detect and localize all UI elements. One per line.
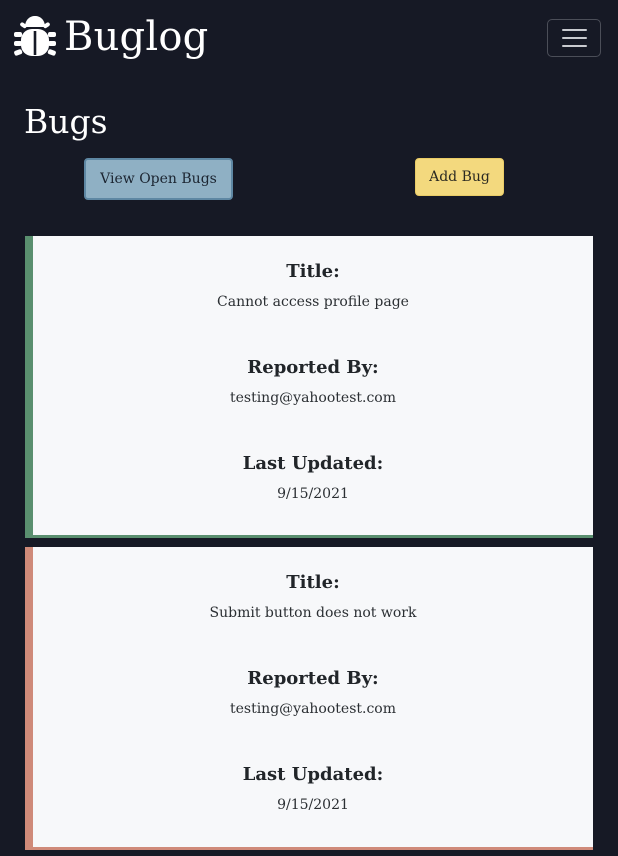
bug-title-field: Title: Submit button does not work [33, 570, 593, 624]
navbar: Buglog [0, 0, 618, 78]
last-updated-label: Last Updated: [242, 453, 384, 474]
bug-card[interactable]: Title: Cannot access profile page Report… [25, 236, 593, 538]
brand-link[interactable]: Buglog [14, 12, 208, 62]
bug-icon [14, 14, 56, 60]
bug-reporter-field: Reported By: testing@yahootest.com [33, 666, 593, 720]
title-label: Title: [286, 572, 340, 593]
hamburger-menu-icon-bar-bottom [561, 45, 587, 47]
add-bug-button[interactable]: Add Bug [415, 158, 504, 196]
brand-name: Buglog [64, 14, 209, 60]
bug-card[interactable]: Title: Submit button does not work Repor… [25, 547, 593, 850]
bug-reporter-field: Reported By: testing@yahootest.com [33, 355, 593, 409]
bug-updated-field: Last Updated: 9/15/2021 [33, 762, 593, 816]
bug-updated-date: 9/15/2021 [277, 486, 349, 502]
menu-toggle-button[interactable] [547, 19, 601, 57]
title-label: Title: [286, 261, 340, 282]
bug-updated-date: 9/15/2021 [277, 797, 349, 813]
hamburger-menu-icon-bar-middle [561, 37, 587, 39]
bug-reporter: testing@yahootest.com [229, 390, 397, 406]
bug-title: Cannot access profile page [217, 294, 409, 310]
page-title: Bugs [24, 102, 108, 141]
bug-updated-field: Last Updated: 9/15/2021 [33, 451, 593, 505]
reported-by-label: Reported By: [247, 357, 379, 378]
reported-by-label: Reported By: [247, 668, 379, 689]
view-open-bugs-button[interactable]: View Open Bugs [84, 158, 233, 200]
bug-title-field: Title: Cannot access profile page [33, 259, 593, 313]
bug-reporter: testing@yahootest.com [229, 701, 397, 717]
bug-title: Submit button does not work [209, 605, 417, 621]
hamburger-menu-icon-bar-top [561, 29, 587, 31]
last-updated-label: Last Updated: [242, 764, 384, 785]
